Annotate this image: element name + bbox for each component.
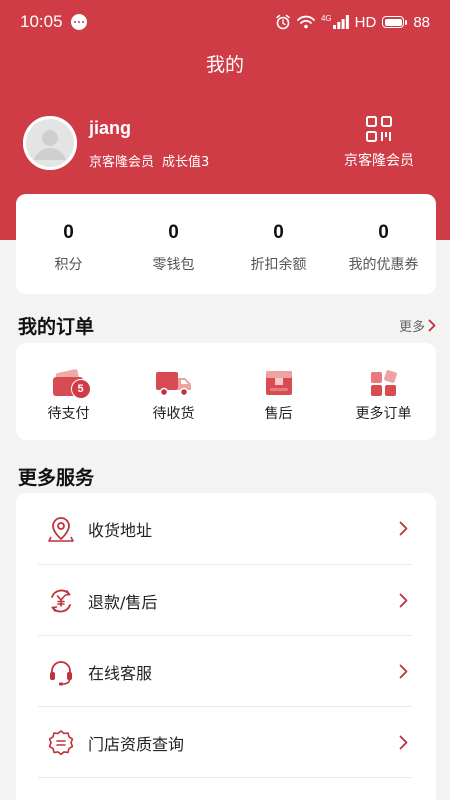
default-avatar-icon (23, 116, 77, 170)
battery-level: 88 (413, 13, 430, 31)
stat-value: 0 (168, 222, 179, 243)
network-type: 4G (320, 14, 332, 23)
stat-coupons[interactable]: 0 我的优惠券 (331, 194, 436, 294)
chevron-right-icon (399, 664, 408, 679)
page-title: 我的 (205, 54, 244, 76)
services-card: 收货地址 退款/售后 在线客服 门店资质查询 (16, 493, 436, 800)
yuan-refund-icon (46, 586, 76, 616)
member-info: 京客隆会员 成长值3 (89, 151, 209, 170)
stat-discount-balance[interactable]: 0 折扣余额 (226, 194, 331, 294)
stat-value: 0 (273, 222, 284, 243)
orders-card: 5 待支付 待收货 售后 更多订单 (16, 343, 436, 440)
location-pin-icon (46, 514, 76, 544)
stat-label: 零钱包 (152, 257, 195, 273)
order-label: 待支付 (47, 406, 90, 422)
box-icon (259, 367, 299, 397)
services-section-title: 更多服务 (18, 467, 95, 489)
service-row-customer-service[interactable]: 在线客服 (38, 636, 412, 707)
growth-value: 成长值3 (162, 155, 210, 170)
status-time: 10:05 (20, 12, 63, 31)
member-qr-button[interactable]: 京客隆会员 (340, 116, 418, 170)
chevron-right-icon (399, 593, 408, 608)
headset-icon (46, 657, 76, 687)
hd-indicator: HD (354, 13, 377, 31)
more-label: 更多 (398, 320, 425, 335)
orders-more-link[interactable]: 更多 (399, 316, 436, 335)
order-after-sales[interactable]: 售后 (226, 343, 331, 440)
divider (38, 777, 412, 778)
stat-label: 我的优惠券 (348, 257, 419, 273)
grid-icon (364, 367, 404, 397)
battery-icon (382, 16, 408, 28)
order-label: 更多订单 (355, 406, 412, 422)
service-row-store-qualification[interactable]: 门店资质查询 (38, 707, 412, 778)
alarm-icon (276, 14, 290, 30)
order-pending-payment[interactable]: 5 待支付 (16, 343, 121, 440)
order-label: 售后 (264, 406, 293, 422)
wifi-icon (297, 15, 315, 29)
pending-payment-badge: 5 (70, 379, 91, 399)
avatar[interactable] (23, 116, 77, 170)
member-level: 京客隆会员 (89, 155, 155, 170)
signal-icon: 4G (321, 15, 349, 29)
service-row-address[interactable]: 收货地址 (38, 493, 412, 564)
stat-label: 积分 (54, 257, 83, 273)
service-row-refund[interactable]: 退款/售后 (38, 565, 412, 636)
service-label: 收货地址 (88, 520, 153, 540)
orders-section-title: 我的订单 (18, 316, 95, 338)
stat-points[interactable]: 0 积分 (16, 194, 121, 294)
wallet-icon: 5 (49, 367, 91, 399)
qr-label: 京客隆会员 (344, 153, 414, 169)
chevron-right-icon (399, 735, 408, 750)
chevron-right-icon (399, 521, 408, 536)
status-indicators: 4G HD 88 (275, 14, 430, 31)
order-more-orders[interactable]: 更多订单 (331, 343, 436, 440)
order-label: 待收货 (152, 406, 195, 422)
stats-card: 0 积分 0 零钱包 0 折扣余额 0 我的优惠券 (16, 194, 436, 294)
status-bar: 10:05 4G HD 88 (0, 0, 450, 44)
order-pending-delivery[interactable]: 待收货 (121, 343, 226, 440)
certificate-icon (46, 728, 76, 758)
stat-value: 0 (63, 222, 74, 243)
stat-value: 0 (378, 222, 389, 243)
qr-code-icon (366, 116, 392, 142)
message-notification-icon (70, 14, 87, 30)
service-label: 门店资质查询 (88, 734, 185, 754)
stat-wallet[interactable]: 0 零钱包 (121, 194, 226, 294)
truck-icon (154, 367, 194, 397)
username: jiang (89, 118, 132, 138)
chevron-right-icon (428, 319, 436, 332)
service-label: 在线客服 (88, 663, 153, 683)
service-label: 退款/售后 (88, 592, 158, 612)
stat-label: 折扣余额 (250, 257, 307, 273)
